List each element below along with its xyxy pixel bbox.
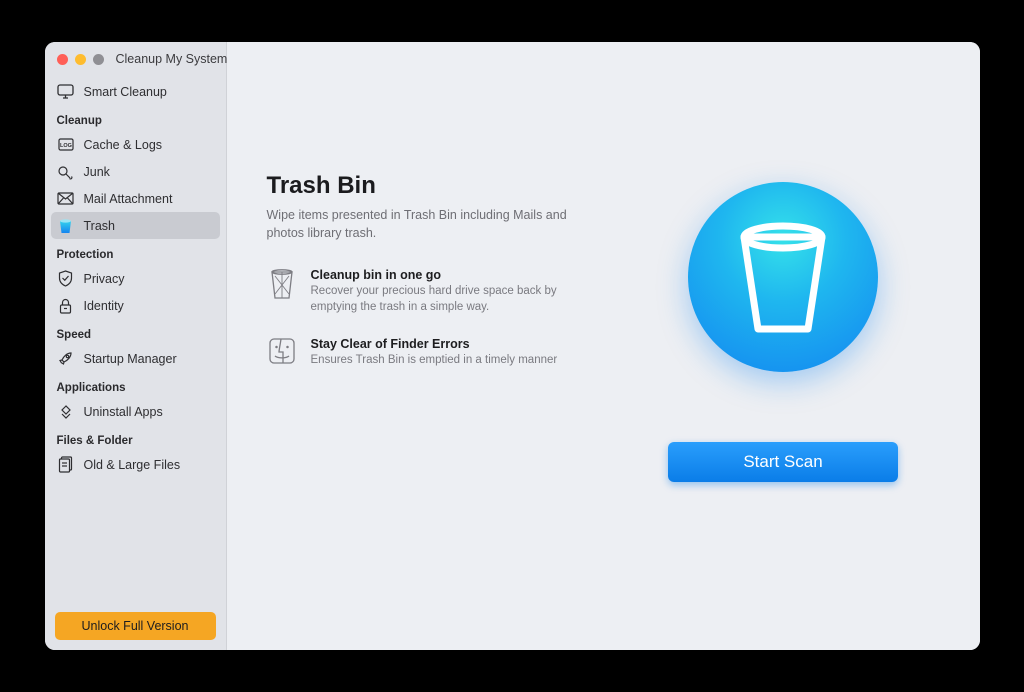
sidebar-item-startup-manager[interactable]: Startup Manager: [51, 345, 220, 372]
svg-text:LOG: LOG: [60, 143, 72, 149]
feature-text: Cleanup bin in one go Recover your preci…: [311, 268, 571, 315]
trash-cup-icon: [728, 217, 838, 337]
sidebar-section-protection: Protection: [51, 239, 220, 265]
sidebar-item-smart-cleanup[interactable]: Smart Cleanup: [51, 78, 220, 105]
hero-illustration: [688, 182, 878, 372]
sidebar-item-label: Smart Cleanup: [84, 85, 167, 99]
sidebar-item-identity[interactable]: Identity: [51, 292, 220, 319]
mail-icon: [57, 192, 75, 205]
feature-finder-errors: Stay Clear of Finder Errors Ensures Tras…: [267, 337, 627, 371]
close-window-button[interactable]: [57, 54, 68, 65]
sidebar-section-speed: Speed: [51, 319, 220, 345]
content-description: Trash Bin Wipe items presented in Trash …: [267, 172, 627, 610]
rocket-icon: [57, 350, 75, 367]
junk-icon: [57, 164, 75, 180]
sidebar-section-files-folder: Files & Folder: [51, 425, 220, 451]
sidebar-item-label: Identity: [84, 299, 124, 313]
sidebar-item-label: Old & Large Files: [84, 458, 181, 472]
sidebar-item-label: Privacy: [84, 272, 125, 286]
sidebar-section-applications: Applications: [51, 372, 220, 398]
feature-title: Stay Clear of Finder Errors: [311, 337, 558, 351]
app-window: Cleanup My System Smart Cleanup Cleanup: [45, 42, 980, 650]
lock-icon: [57, 298, 75, 314]
feature-cleanup-bin: Cleanup bin in one go Recover your preci…: [267, 268, 627, 315]
sidebar-item-junk[interactable]: Junk: [51, 158, 220, 185]
log-icon: LOG: [57, 138, 75, 151]
sidebar-item-old-large-files[interactable]: Old & Large Files: [51, 451, 220, 478]
sidebar-item-uninstall-apps[interactable]: Uninstall Apps: [51, 398, 220, 425]
sidebar-item-label: Junk: [84, 165, 110, 179]
sidebar-item-label: Mail Attachment: [84, 192, 173, 206]
start-scan-button[interactable]: Start Scan: [668, 442, 898, 482]
content-action: Start Scan: [627, 172, 940, 610]
sidebar-item-mail-attachment[interactable]: Mail Attachment: [51, 185, 220, 212]
app-icon: [57, 404, 75, 420]
sidebar-item-label: Uninstall Apps: [84, 405, 163, 419]
sidebar-item-label: Trash: [84, 219, 116, 233]
titlebar: Cleanup My System: [45, 42, 226, 76]
sidebar: Cleanup My System Smart Cleanup Cleanup: [45, 42, 227, 650]
feature-desc: Recover your precious hard drive space b…: [311, 283, 571, 315]
sidebar-item-label: Startup Manager: [84, 352, 177, 366]
feature-title: Cleanup bin in one go: [311, 268, 571, 282]
sidebar-section-cleanup: Cleanup: [51, 105, 220, 131]
main-content: Trash Bin Wipe items presented in Trash …: [227, 42, 980, 650]
sidebar-footer: Unlock Full Version: [45, 602, 226, 650]
shield-icon: [57, 270, 75, 287]
files-icon: [57, 456, 75, 473]
sidebar-item-trash[interactable]: Trash: [51, 212, 220, 239]
finder-icon: [267, 337, 297, 371]
app-title: Cleanup My System: [116, 52, 228, 66]
sidebar-item-privacy[interactable]: Privacy: [51, 265, 220, 292]
page-subtitle: Wipe items presented in Trash Bin includ…: [267, 206, 587, 242]
sidebar-item-label: Cache & Logs: [84, 138, 163, 152]
feature-text: Stay Clear of Finder Errors Ensures Tras…: [311, 337, 558, 371]
minimize-window-button[interactable]: [75, 54, 86, 65]
unlock-full-version-button[interactable]: Unlock Full Version: [55, 612, 216, 640]
fullscreen-window-button[interactable]: [93, 54, 104, 65]
sidebar-list: Smart Cleanup Cleanup LOG Cache & Logs: [45, 76, 226, 602]
feature-desc: Ensures Trash Bin is emptied in a timely…: [311, 352, 558, 368]
window-controls: [57, 54, 104, 65]
bin-outline-icon: [267, 268, 297, 302]
monitor-icon: [57, 84, 75, 99]
page-title: Trash Bin: [267, 172, 627, 200]
trash-icon: [57, 218, 75, 234]
sidebar-item-cache-logs[interactable]: LOG Cache & Logs: [51, 131, 220, 158]
